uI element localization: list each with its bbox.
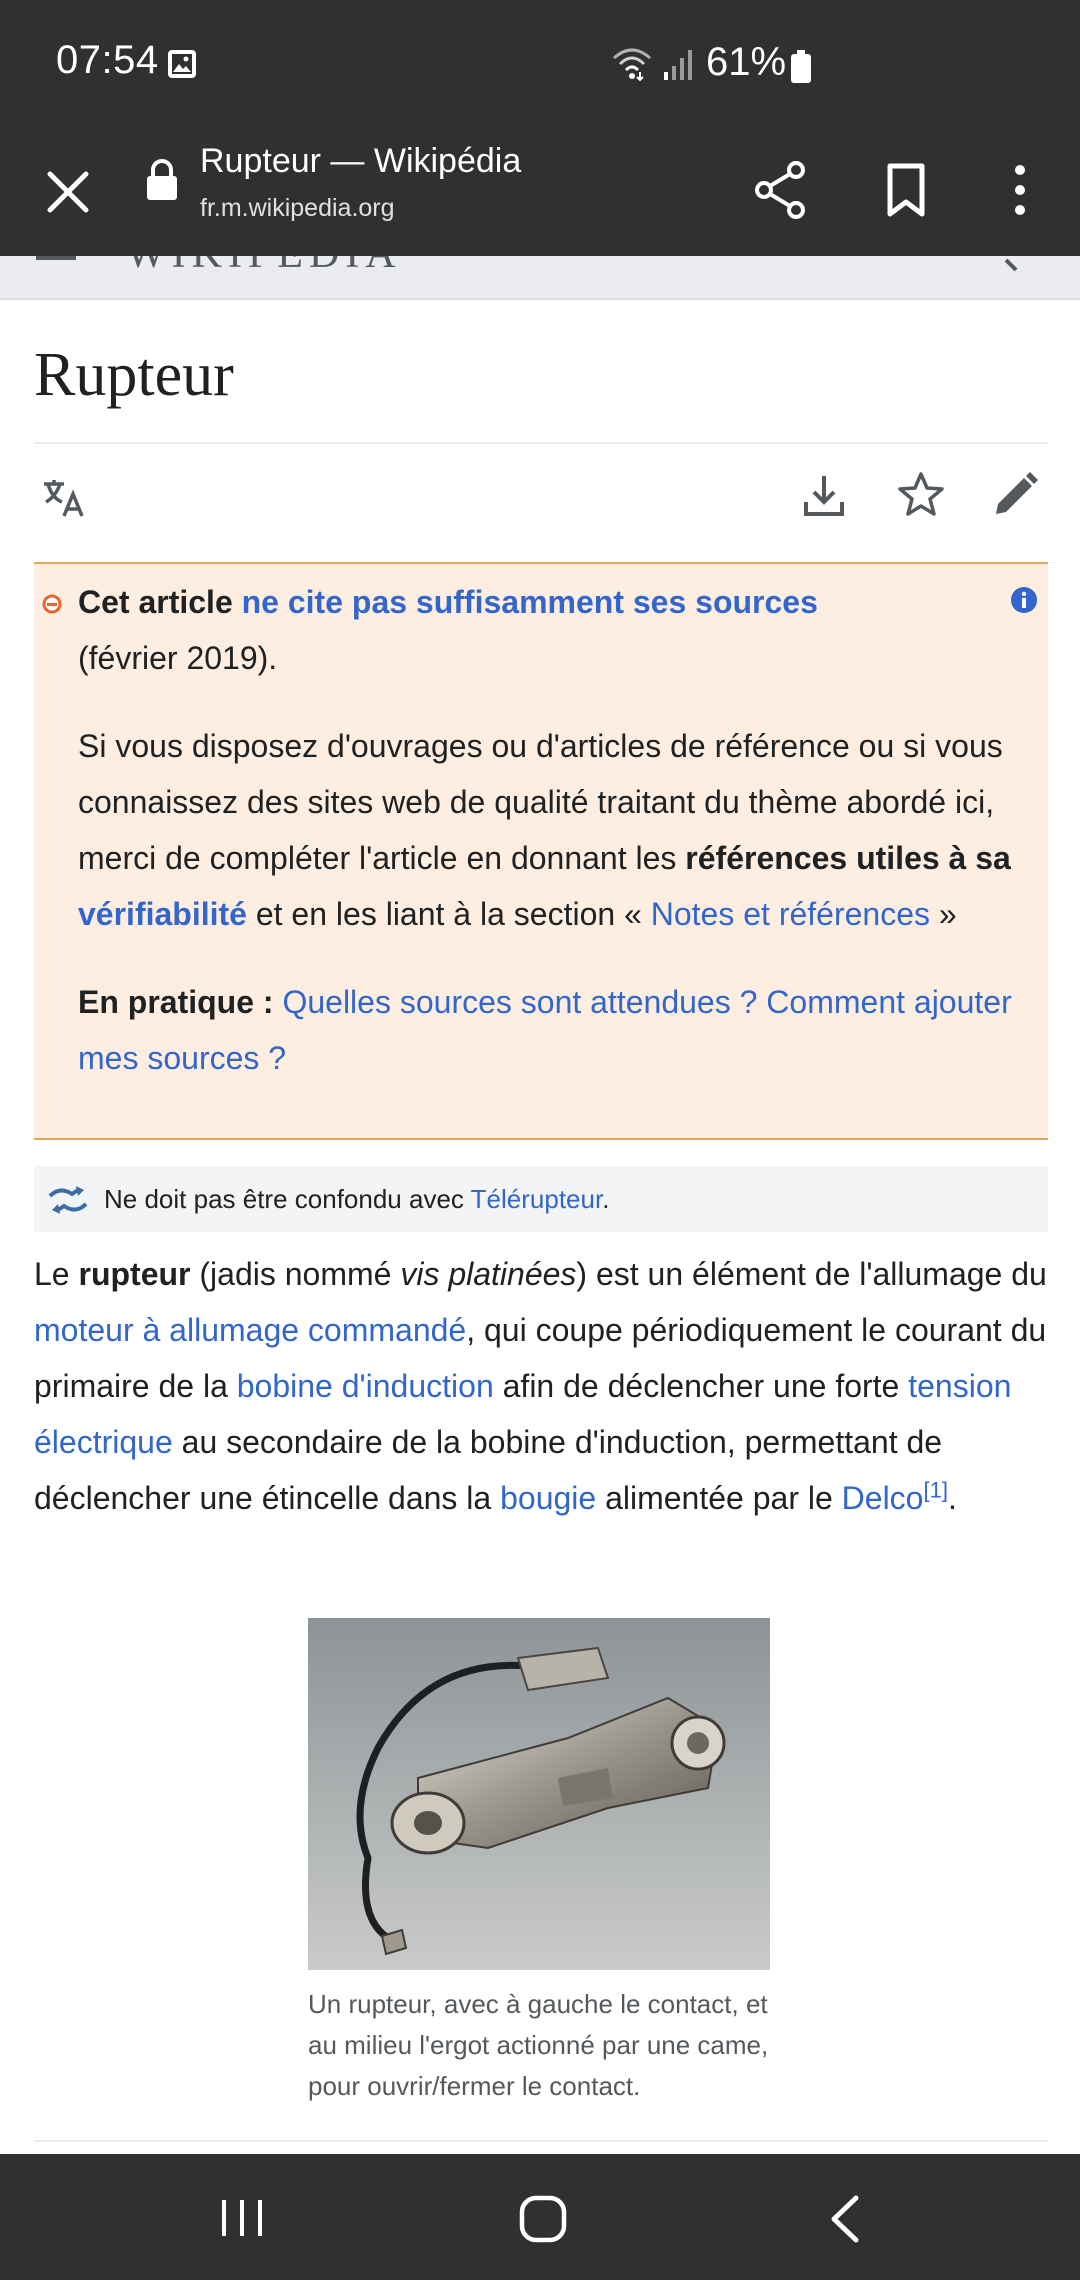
ambox-date: (février 2019). (78, 640, 278, 676)
ambox-p2-text2: et en les liant à la section « (246, 896, 651, 932)
search-icon[interactable] (988, 256, 1018, 272)
page-title: Rupteur (34, 341, 234, 409)
language-icon[interactable] (40, 474, 88, 522)
wifi-icon (613, 48, 651, 82)
sources-warning-box: Cet article ne cite pas suffisamment ses… (34, 562, 1048, 1140)
lock-icon (147, 159, 177, 200)
ambox-p2-bold: références utiles à sa (685, 840, 1011, 876)
wiki-header: WIKIPÉDIA (0, 256, 1080, 300)
spark-ignition-engine-link[interactable]: moteur à allumage commandé (34, 1312, 466, 1348)
ambox-p3-bold: En pratique : (78, 984, 283, 1020)
lead-text: afin de déclencher une forte (493, 1368, 909, 1404)
notes-references-link[interactable]: Notes et références (651, 896, 930, 932)
system-nav-bar (0, 2154, 1080, 2280)
induction-coil-link[interactable]: bobine d'induction (237, 1368, 494, 1404)
edit-pencil-icon[interactable] (992, 470, 1040, 518)
recent-apps-icon[interactable] (218, 2196, 266, 2240)
verifiability-link[interactable]: vérifiabilité (78, 896, 247, 932)
page-actions-bar (34, 444, 1048, 691)
breaker-points-photo[interactable] (308, 1618, 770, 1970)
lead-text: . (947, 1480, 957, 1516)
hatnote: Ne doit pas être confondu avec Télérupte… (34, 1166, 1048, 1232)
status-time: 07:54 (56, 38, 159, 82)
close-tab-button[interactable] (36, 160, 100, 224)
lead-text: ) est un élément de l'allumage du (576, 1256, 1047, 1292)
home-icon[interactable] (518, 2194, 568, 2244)
wikipedia-wordmark[interactable]: WIKIPÉDIA (126, 256, 402, 278)
warning-icon (42, 594, 62, 614)
more-options-icon[interactable] (986, 156, 1054, 224)
telerupteur-link[interactable]: Télérupteur (471, 1184, 603, 1214)
figure-caption: Un rupteur, avec à gauche le contact, et… (308, 1989, 769, 2101)
download-icon[interactable] (800, 472, 848, 520)
tab-title[interactable]: Rupteur — Wikipédia (200, 142, 521, 181)
signal-icon (664, 50, 692, 80)
browser-toolbar: Rupteur — Wikipédia fr.m.wikipedia.org (0, 128, 1080, 256)
figure: Un rupteur, avec à gauche le contact, et… (308, 1618, 770, 2107)
lead-bold-term: rupteur (78, 1256, 191, 1292)
hatnote-end: . (602, 1184, 610, 1214)
back-icon[interactable] (826, 2194, 866, 2244)
section-divider (34, 2140, 1048, 2142)
battery-icon (791, 50, 811, 83)
ambox-text: Cet article ne cite pas suffisamment ses… (78, 574, 1018, 1086)
share-icon[interactable] (748, 156, 816, 224)
disambiguation-icon (48, 1186, 88, 1214)
ambox-sources-link[interactable]: ne cite pas suffisamment ses sources (242, 584, 818, 620)
lead-text: alimentée par le (596, 1480, 842, 1516)
lead-text: Le (34, 1256, 79, 1292)
delco-link[interactable]: Delco (842, 1480, 924, 1516)
expected-sources-link[interactable]: Quelles sources sont attendues ? (282, 984, 757, 1020)
lead-text: (jadis nommé (190, 1256, 401, 1292)
star-watch-icon[interactable] (896, 470, 946, 520)
ambox-p2-text3: » (930, 896, 957, 932)
url-text[interactable]: fr.m.wikipedia.org (200, 194, 395, 223)
ambox-lead-bold: Cet article (78, 584, 233, 620)
spark-plug-link[interactable]: bougie (500, 1480, 596, 1516)
battery-percent: 61% (706, 40, 787, 84)
lead-italic-term: vis platinées (400, 1256, 577, 1292)
reference-1-link[interactable]: [1] (923, 1477, 947, 1502)
hamburger-menu-icon[interactable] (36, 256, 76, 260)
lead-paragraph: Le rupteur (jadis nommé vis platinées) e… (34, 1246, 1048, 1526)
status-bar: 07:54 61% (0, 0, 1080, 128)
hatnote-text: Ne doit pas être confondu avec (104, 1184, 471, 1214)
gallery-notification-icon (168, 50, 196, 78)
bookmark-icon[interactable] (872, 156, 940, 224)
